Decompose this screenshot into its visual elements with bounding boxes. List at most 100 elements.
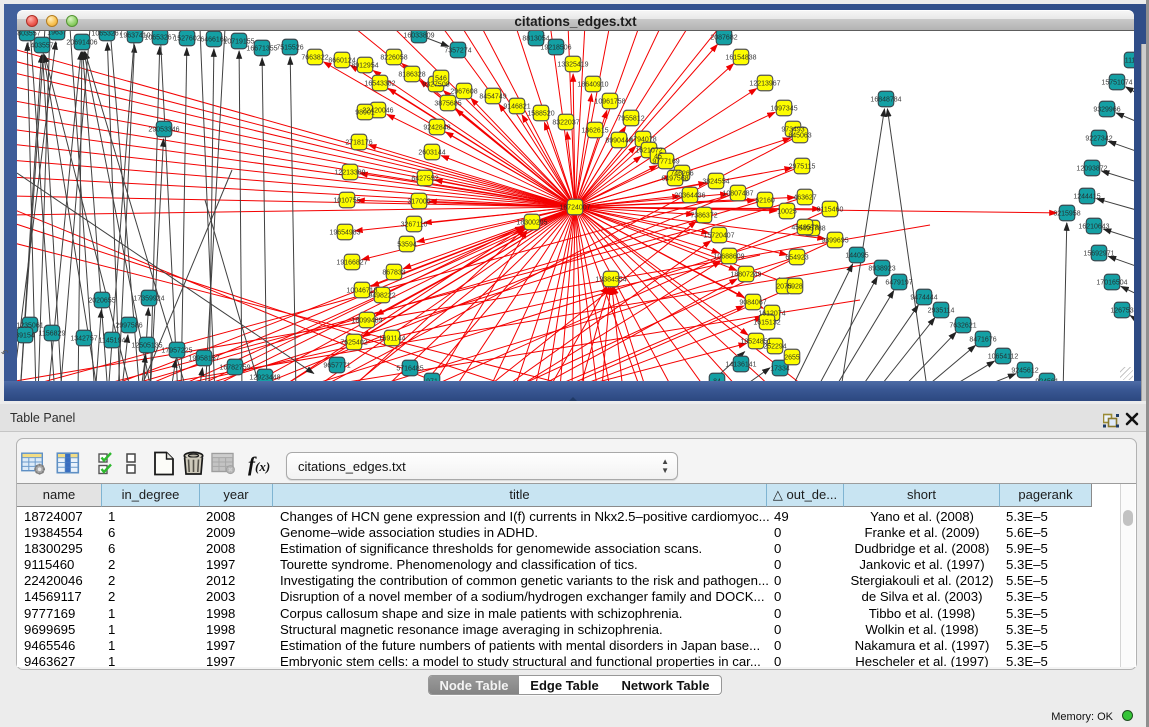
svg-text:8454749: 8454749	[479, 94, 506, 101]
svg-text:19958157: 19958157	[188, 356, 219, 363]
svg-text:1097345: 1097345	[770, 106, 797, 113]
svg-text:9777169: 9777169	[652, 159, 679, 166]
svg-text:19166827: 19166827	[336, 260, 367, 267]
svg-text:12213967: 12213967	[749, 81, 780, 88]
svg-text:1145194: 1145194	[99, 338, 126, 345]
svg-text:9084067: 9084067	[739, 300, 766, 307]
svg-text:7955812: 7955812	[617, 116, 644, 123]
svg-text:2967608: 2967608	[450, 89, 477, 96]
svg-text:16848784: 16848784	[870, 97, 901, 104]
svg-text:1244415: 1244415	[1073, 194, 1100, 201]
svg-text:8813054: 8813054	[522, 36, 549, 43]
svg-text:463627: 463627	[793, 195, 816, 202]
svg-text:546: 546	[435, 76, 447, 83]
svg-text:8226058: 8226058	[380, 55, 407, 62]
svg-text:16210643: 16210643	[1078, 224, 1109, 231]
svg-text:10719155: 10719155	[223, 39, 254, 46]
svg-text:654923: 654923	[785, 255, 808, 262]
svg-text:3215958: 3215958	[1053, 211, 1080, 218]
svg-text:10688609: 10688609	[713, 254, 744, 261]
svg-text:19654983: 19654983	[329, 230, 360, 237]
svg-text:9329966: 9329966	[1093, 107, 1120, 114]
svg-text:19637: 19637	[47, 31, 67, 37]
svg-text:12213389: 12213389	[334, 170, 365, 177]
svg-text:12093872: 12093872	[1076, 166, 1107, 173]
svg-text:845063: 845063	[788, 133, 811, 140]
svg-text:18640910: 18640910	[577, 82, 608, 89]
svg-text:9245612: 9245612	[1011, 368, 1038, 375]
svg-text:3824554: 3824554	[702, 179, 729, 186]
svg-text:1362615: 1362615	[581, 128, 608, 135]
svg-text:20364436: 20364436	[674, 193, 705, 200]
svg-text:8938923: 8938923	[868, 266, 895, 273]
svg-text:1803557: 1803557	[17, 31, 41, 38]
svg-text:7386372: 7386372	[690, 213, 717, 220]
svg-text:18300295: 18300295	[516, 220, 547, 227]
svg-text:16782759: 16782759	[219, 365, 250, 372]
svg-text:971: 971	[426, 379, 438, 381]
svg-text:7632621: 7632621	[949, 323, 976, 330]
svg-text:2655: 2655	[784, 355, 800, 362]
svg-text:9146821: 9146821	[503, 104, 530, 111]
svg-text:29053346: 29053346	[148, 127, 179, 134]
svg-text:16033809: 16033809	[403, 33, 434, 40]
svg-text:3267110: 3267110	[401, 222, 428, 229]
svg-text:62160: 62160	[755, 198, 775, 205]
svg-text:18807249: 18807249	[730, 272, 761, 279]
svg-text:39154: 39154	[17, 333, 35, 340]
svg-text:6928: 6928	[787, 284, 803, 291]
svg-text:9474444: 9474444	[910, 295, 937, 302]
svg-text:10961758: 10961758	[594, 99, 625, 106]
svg-text:2935114: 2935114	[928, 308, 955, 315]
svg-text:2020655: 2020655	[88, 298, 115, 305]
svg-text:6479197: 6479197	[885, 280, 912, 287]
svg-text:3875685: 3875685	[434, 101, 461, 108]
svg-text:7357274: 7357274	[444, 48, 471, 55]
svg-text:8186328: 8186328	[398, 72, 425, 79]
svg-text:98901: 98901	[355, 110, 375, 117]
svg-text:7515526: 7515526	[276, 45, 303, 52]
svg-text:2997586: 2997586	[115, 323, 142, 330]
svg-text:1612074: 1612074	[758, 311, 785, 318]
svg-text:17957225: 17957225	[161, 348, 192, 355]
svg-text:5716485: 5716485	[396, 366, 423, 373]
svg-text:1117: 1117	[1125, 58, 1134, 65]
svg-text:84: 84	[713, 379, 721, 381]
svg-text:10653267: 10653267	[144, 35, 175, 42]
svg-text:16154838: 16154838	[725, 55, 756, 62]
svg-text:17359924: 17359924	[133, 296, 164, 303]
svg-text:924561: 924561	[1035, 379, 1058, 381]
svg-text:2975115: 2975115	[789, 164, 816, 171]
svg-text:9327508: 9327508	[422, 82, 449, 89]
svg-text:16671355: 16671355	[246, 46, 277, 53]
svg-text:144095: 144095	[845, 253, 868, 260]
svg-text:1342757: 1342757	[70, 336, 97, 343]
svg-text:6794078: 6794078	[629, 137, 656, 144]
svg-text:9899695: 9899695	[821, 238, 848, 245]
svg-text:2087682: 2087682	[710, 35, 737, 42]
svg-text:17016504: 17016504	[1096, 280, 1127, 287]
svg-text:16543382: 16543382	[364, 81, 395, 88]
svg-text:12923448: 12923448	[249, 375, 280, 381]
svg-text:13325419: 13325419	[557, 62, 588, 69]
svg-text:10025: 10025	[777, 209, 797, 216]
svg-text:53594: 53594	[397, 242, 417, 249]
svg-text:1691144: 1691144	[379, 336, 406, 343]
svg-text:9227342: 9227342	[1085, 136, 1112, 143]
svg-text:1010755: 1010755	[333, 198, 360, 205]
svg-text:9242848: 9242848	[423, 125, 450, 132]
svg-text:317006: 317006	[407, 199, 430, 206]
svg-text:18099489: 18099489	[351, 318, 382, 325]
svg-text:10653267: 10653267	[91, 31, 122, 38]
svg-text:8427552: 8427552	[411, 176, 438, 183]
svg-text:252294: 252294	[763, 344, 786, 351]
svg-text:15720407: 15720407	[703, 233, 734, 240]
svg-text:1235061: 1235061	[17, 323, 44, 330]
svg-text:1615132: 1615132	[753, 320, 780, 327]
svg-text:2718176: 2718176	[345, 140, 372, 147]
svg-text:15751074: 15751074	[1101, 80, 1132, 87]
svg-text:14035572: 14035572	[26, 43, 57, 50]
svg-text:6497568: 6497568	[661, 176, 688, 183]
svg-text:9657771: 9657771	[323, 363, 350, 370]
svg-text:15692971: 15692971	[1083, 251, 1114, 258]
